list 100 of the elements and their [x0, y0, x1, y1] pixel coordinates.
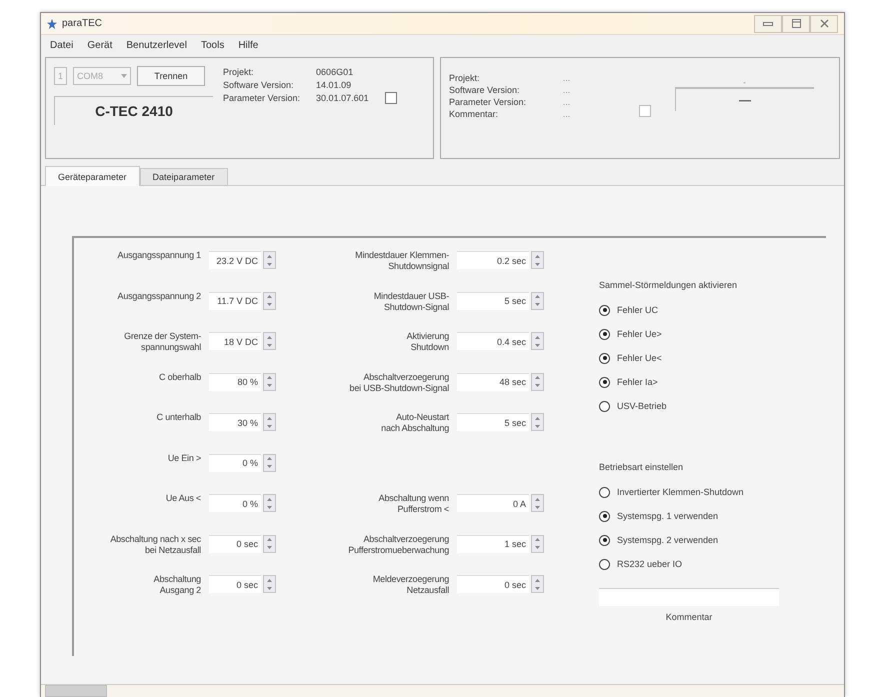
spinner-arrows-icon[interactable]	[531, 372, 544, 390]
parameter-label: Abschaltung nach x sec bei Netzausfall	[109, 534, 202, 556]
menu-item[interactable]: Benutzerlevel	[126, 40, 187, 50]
menu-item[interactable]: Hilfe	[238, 40, 258, 50]
menu-item[interactable]: Gerät	[87, 40, 112, 50]
parameter-label: Aktivierung Shutdown	[406, 331, 450, 353]
checkbox[interactable]	[384, 92, 397, 104]
parameter-label: Ue Aus <	[164, 493, 202, 504]
parameter-label: Abschaltung Ausgang 2	[152, 574, 202, 596]
minimize-icon	[763, 22, 773, 26]
spinner-arrows-icon[interactable]	[263, 454, 276, 472]
parameter-label: C oberhalb	[158, 372, 202, 382]
radio-option[interactable]: Systemspg. 1 verwenden	[599, 504, 789, 528]
window-title: paraTEC	[62, 18, 102, 29]
number-field[interactable]: 0 %	[209, 494, 261, 512]
number-field[interactable]: 0.2 sec	[457, 251, 529, 269]
number-field[interactable]: 5 sec	[457, 413, 529, 431]
info-value: ...	[562, 84, 572, 96]
radio-option[interactable]: USV-Betrieb	[599, 394, 789, 418]
spinner-arrows-icon[interactable]	[531, 413, 544, 431]
radio-option[interactable]: Fehler Ue<	[599, 346, 789, 370]
number-field[interactable]: 23.2 V DC	[209, 251, 261, 269]
spinner-arrows-icon[interactable]	[531, 251, 544, 269]
menu-item[interactable]: Datei	[50, 40, 74, 50]
info-label: Software Version:	[449, 84, 521, 96]
tab[interactable]: Geräteparameter	[45, 166, 140, 186]
radio-option[interactable]: RS232 ueber IO	[599, 552, 789, 576]
parameter-label: Meldeverzoegerung Netzausfall	[372, 574, 450, 596]
menu-item[interactable]: Tools	[200, 40, 224, 50]
spinner-arrows-icon[interactable]	[263, 413, 276, 431]
info-label: Parameter Version:	[449, 96, 528, 108]
close-icon	[820, 19, 828, 28]
radio-option[interactable]: Fehler UC	[599, 298, 789, 322]
tab[interactable]: Dateiparameter	[140, 168, 228, 185]
info-label: Projekt:	[449, 72, 481, 84]
number-field[interactable]: 0 %	[209, 454, 261, 472]
port-index-field: 1	[54, 67, 68, 85]
number-field[interactable]: 0 sec	[457, 575, 529, 593]
maximize-button[interactable]	[782, 14, 810, 32]
info-value: 30.01.07.601	[316, 92, 369, 104]
parameter-label: Mindestdauer Klemmen- Shutdownsignal	[354, 250, 450, 272]
spinner-arrows-icon[interactable]	[531, 534, 544, 552]
spinner-arrows-icon[interactable]	[263, 292, 276, 310]
radio-option[interactable]: Invertierter Klemmen-Shutdown	[599, 480, 789, 504]
spinner-arrows-icon[interactable]	[531, 494, 544, 512]
minimize-button[interactable]	[754, 14, 782, 32]
spinner-arrows-icon[interactable]	[263, 372, 276, 390]
radio-option[interactable]: Systemspg. 2 verwenden	[599, 528, 789, 552]
close-button[interactable]	[810, 14, 838, 32]
number-field[interactable]: 0 sec	[209, 575, 261, 593]
spinner-arrows-icon[interactable]	[263, 251, 276, 269]
maximize-icon	[792, 19, 800, 28]
number-field[interactable]: 1 sec	[457, 534, 529, 552]
parameter-label: Abschaltverzoegerung Pufferstromueberwachung	[347, 534, 450, 556]
info-value: ...	[562, 108, 572, 120]
radio-option[interactable]: Fehler Ia>	[599, 370, 789, 394]
spinner-arrows-icon[interactable]	[531, 332, 544, 350]
parameter-label: Mindestdauer USB- Shutdown-Signal	[372, 290, 450, 312]
parameter-label: Grenze der System- spannungswahl	[123, 331, 202, 353]
parameter-label: Ausgangsspannung 1	[116, 250, 202, 261]
info-label: Software Version:	[223, 79, 295, 91]
number-field[interactable]: 18 V DC	[209, 332, 261, 350]
info-value: ...	[562, 96, 572, 108]
spinner-arrows-icon[interactable]	[263, 534, 276, 552]
info-value: ...	[562, 72, 572, 84]
number-field[interactable]: 11.7 V DC	[209, 292, 261, 310]
spinner-arrows-icon[interactable]	[263, 494, 276, 512]
comment-field[interactable]	[599, 588, 779, 606]
number-field[interactable]: 48 sec	[457, 372, 529, 390]
device-name: C-TEC 2410	[54, 96, 213, 125]
number-field[interactable]: 0.4 sec	[457, 332, 529, 350]
comment-label: Kommentar	[666, 612, 712, 622]
parameter-label: C unterhalb	[156, 412, 202, 423]
group-title: Betriebsart einstellen	[599, 462, 684, 472]
spinner-arrows-icon[interactable]	[263, 332, 276, 350]
parameter-label: Auto-Neustart nach Abschaltung	[380, 412, 450, 434]
value-display: —	[675, 87, 814, 111]
radio-option[interactable]: Fehler Ue>	[599, 322, 789, 346]
number-field[interactable]: 5 sec	[457, 292, 529, 310]
disconnect-button[interactable]: Trennen	[137, 66, 206, 86]
number-field[interactable]: 0 A	[457, 494, 529, 512]
number-field[interactable]: 30 %	[209, 413, 261, 431]
parameter-label: Abschaltung wenn Pufferstrom <	[378, 493, 450, 515]
spinner-arrows-icon[interactable]	[531, 292, 544, 310]
info-value: 14.01.09	[316, 79, 352, 91]
number-field[interactable]: 80 %	[209, 372, 261, 390]
number-field[interactable]: 0 sec	[209, 534, 261, 552]
info-label: Projekt:	[223, 66, 255, 78]
checkbox[interactable]	[639, 105, 651, 117]
scrollbar[interactable]	[41, 684, 844, 697]
info-label: Parameter Version:	[223, 92, 300, 104]
group-title: Sammel-Störmeldungen aktivieren	[599, 280, 738, 290]
spinner-arrows-icon[interactable]	[263, 575, 276, 593]
star-icon	[47, 18, 57, 28]
parameter-label: Ausgangsspannung 2	[116, 290, 202, 302]
display-caption: -	[743, 78, 746, 87]
info-label: Kommentar:	[449, 108, 500, 120]
caret-icon	[121, 74, 128, 78]
info-value: 0606G01	[316, 66, 354, 78]
spinner-arrows-icon[interactable]	[531, 575, 544, 593]
